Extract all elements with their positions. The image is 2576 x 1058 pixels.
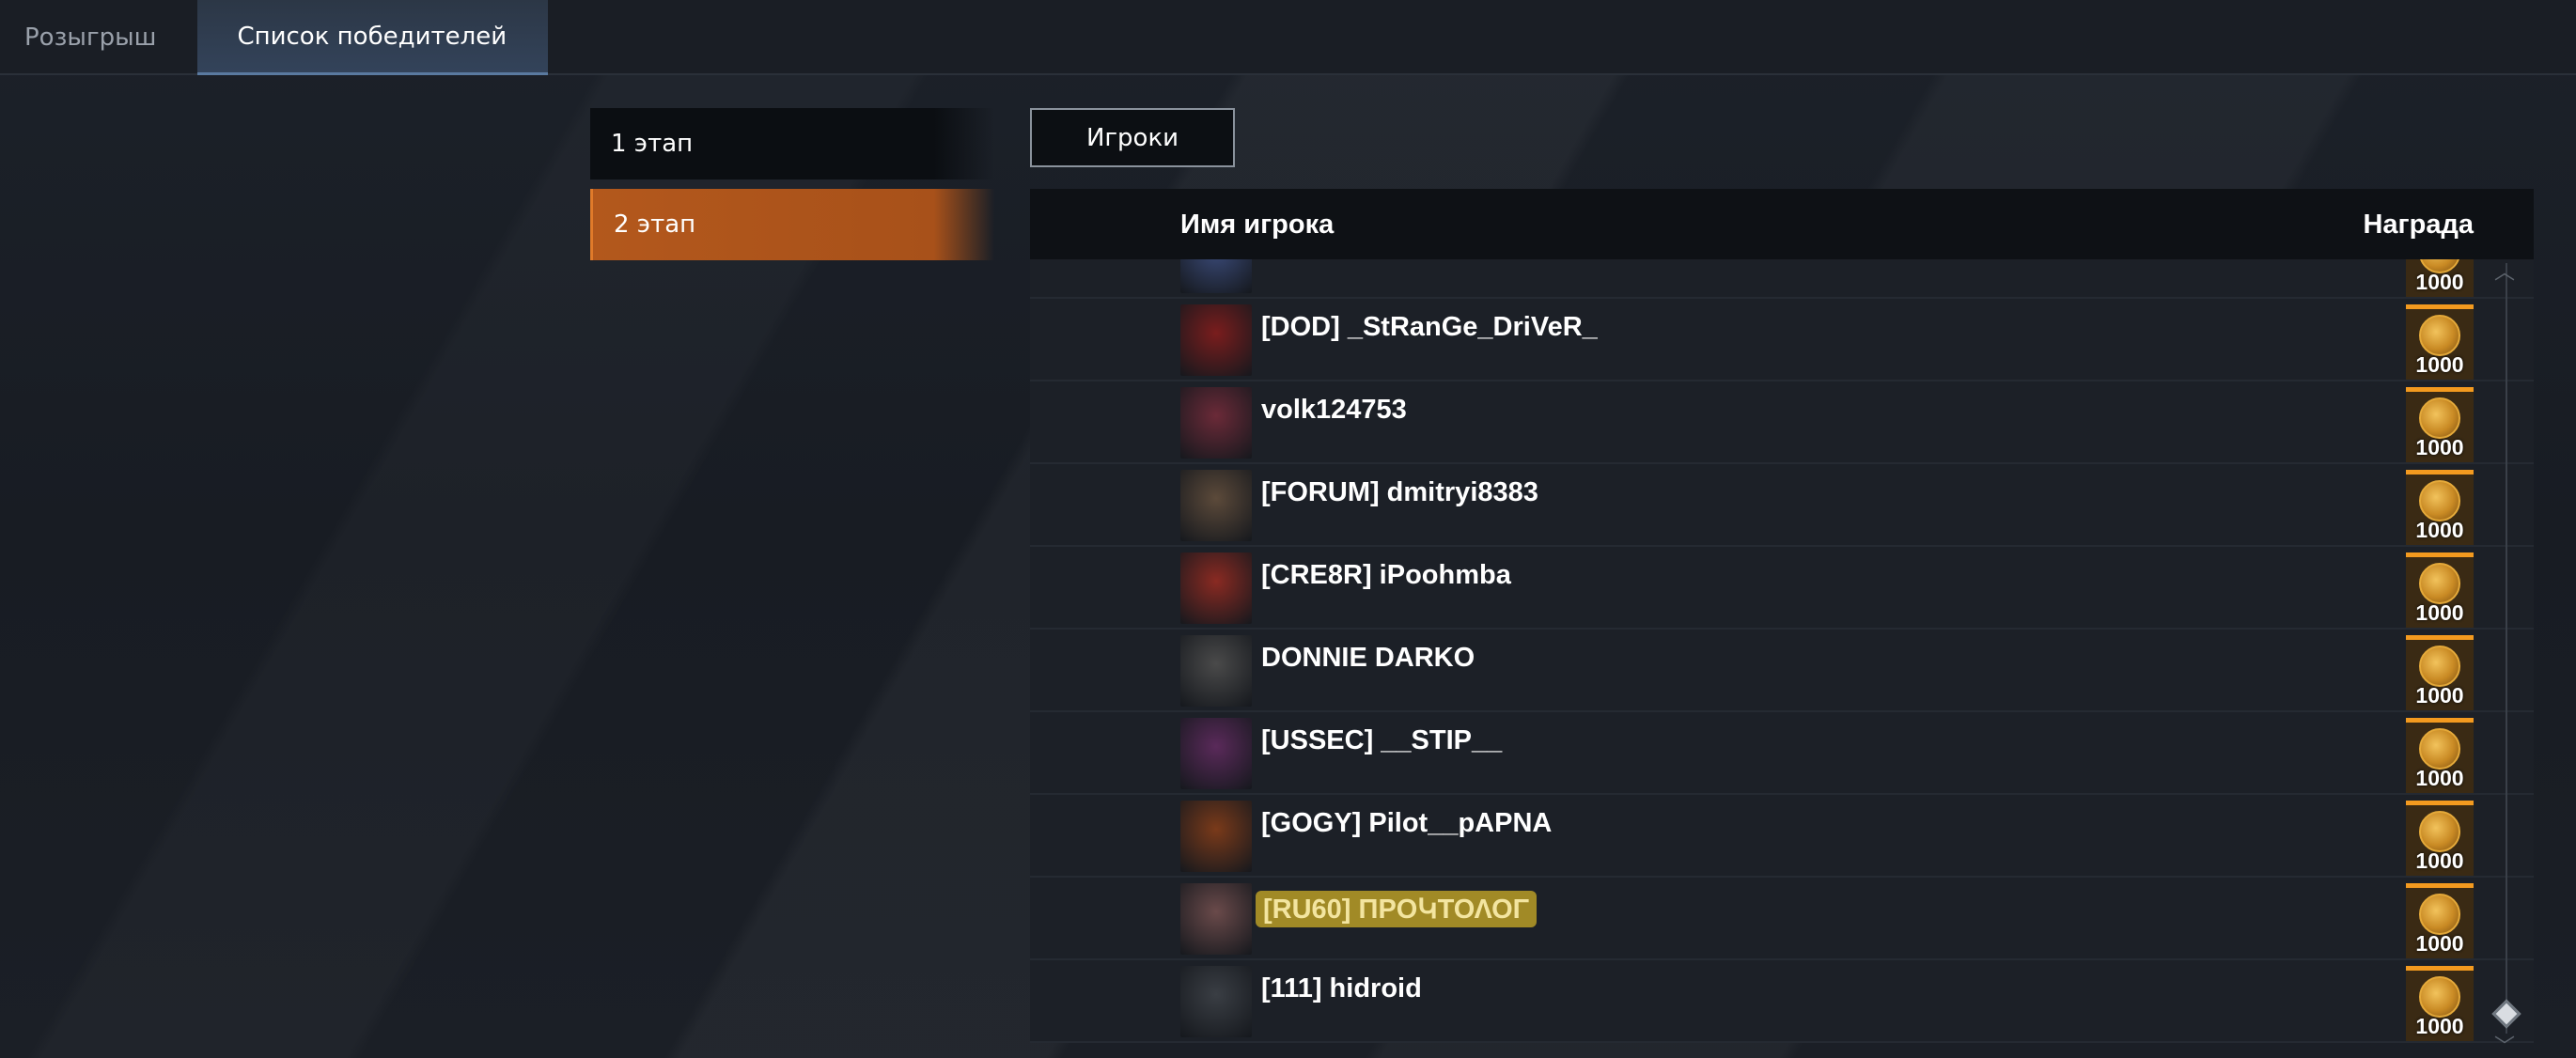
table-row: [DOD] _StRanGe_DriVeR_ 1000 [1030, 299, 2534, 381]
scroll-down-icon[interactable]: ﹀ [2494, 1030, 2515, 1058]
table-row: DONNIE DARKO 1000 [1030, 630, 2534, 712]
reward-badge: 1000 [2406, 635, 2474, 710]
player-name: [GOGY] Pilot__pAPNA [1261, 808, 1553, 838]
table-row: [111] hidroid 1000 [1030, 960, 2534, 1043]
reward-amount: 1000 [2415, 848, 2464, 873]
reward-amount: 1000 [2415, 600, 2464, 625]
table-header: Имя игрока Награда [1030, 189, 2534, 259]
avatar [1180, 883, 1252, 955]
table-row: [CRE8R] iPoohmba 1000 [1030, 547, 2534, 630]
avatar [1180, 718, 1252, 789]
player-name: [CRE8R] iPoohmba [1261, 560, 1511, 590]
coin-icon [2419, 397, 2460, 439]
reward-amount: 1000 [2415, 518, 2464, 542]
reward-amount: 1000 [2415, 683, 2464, 708]
player-name: [RU60] ΠΡΟԿΤΟΛΟΓ [1256, 891, 1538, 927]
top-tab-bar: Розыгрыш Список победителей [0, 0, 2576, 75]
coin-icon [2419, 646, 2460, 687]
player-name: volk124753 [1261, 395, 1407, 425]
coin-icon [2419, 976, 2460, 1018]
coin-icon [2419, 315, 2460, 356]
column-header-reward: Награда [2363, 210, 2474, 240]
stage-1-button[interactable]: 1 этап [590, 108, 994, 179]
tab-draw[interactable]: Розыгрыш [0, 0, 197, 75]
table-row: volk124753 1000 [1030, 381, 2534, 464]
avatar [1180, 259, 1252, 293]
reward-badge: 1000 [2406, 304, 2474, 380]
reward-amount: 1000 [2415, 270, 2464, 294]
avatar [1180, 966, 1252, 1037]
player-name: [USSEC] __STIP__ [1261, 725, 1503, 755]
reward-badge: 1000 [2406, 718, 2474, 793]
player-name: [111] hidroid [1261, 973, 1422, 1004]
avatar [1180, 387, 1252, 459]
table-row: [USSEC] __STIP__ 1000 [1030, 712, 2534, 795]
avatar [1180, 801, 1252, 872]
scroll-up-icon[interactable]: ︿ [2494, 256, 2515, 286]
table-row: [FORUM] dmitryi8383 1000 [1030, 464, 2534, 547]
player-name: Black_Jack__D1 [1261, 259, 1475, 260]
coin-icon [2419, 563, 2460, 604]
reward-amount: 1000 [2415, 352, 2464, 377]
reward-amount: 1000 [2415, 435, 2464, 459]
winners-table: Имя игрока Награда Black_Jack__D11000[DO… [1030, 189, 2534, 1058]
table-row: Black_Jack__D1 1000 [1030, 259, 2534, 299]
table-rows: Black_Jack__D11000[DOD] _StRanGe_DriVeR_… [1030, 259, 2534, 1058]
reward-badge: 1000 [2406, 883, 2474, 958]
coin-icon [2419, 728, 2460, 770]
reward-badge: 1000 [2406, 552, 2474, 628]
avatar [1180, 552, 1252, 624]
reward-amount: 1000 [2415, 931, 2464, 956]
reward-badge: 1000 [2406, 470, 2474, 545]
stage-list: 1 этап 2 этап [590, 108, 994, 270]
coin-icon [2419, 480, 2460, 521]
reward-badge: 1000 [2406, 966, 2474, 1041]
coin-icon [2419, 811, 2460, 852]
reward-amount: 1000 [2415, 1014, 2464, 1038]
player-name: DONNIE DARKO [1261, 643, 1475, 673]
reward-badge: 1000 [2406, 259, 2474, 297]
players-button[interactable]: Игроки [1030, 108, 1235, 167]
avatar [1180, 470, 1252, 541]
avatar [1180, 635, 1252, 707]
table-row: [RU60] ΠΡΟԿΤΟΛΟΓ 1000 [1030, 878, 2534, 960]
tab-winners-list[interactable]: Список победителей [197, 0, 549, 75]
avatar [1180, 304, 1252, 376]
column-header-player-name: Имя игрока [1180, 210, 1335, 240]
coin-icon [2419, 894, 2460, 935]
reward-badge: 1000 [2406, 387, 2474, 462]
scrollbar-track[interactable] [2506, 263, 2507, 1034]
reward-amount: 1000 [2415, 766, 2464, 790]
player-name: [FORUM] dmitryi8383 [1261, 477, 1538, 507]
table-row: [GOGY] Pilot__pAPNA 1000 [1030, 795, 2534, 878]
reward-badge: 1000 [2406, 801, 2474, 876]
stage-2-button[interactable]: 2 этап [590, 189, 994, 260]
player-name: [DOD] _StRanGe_DriVeR_ [1261, 312, 1598, 342]
